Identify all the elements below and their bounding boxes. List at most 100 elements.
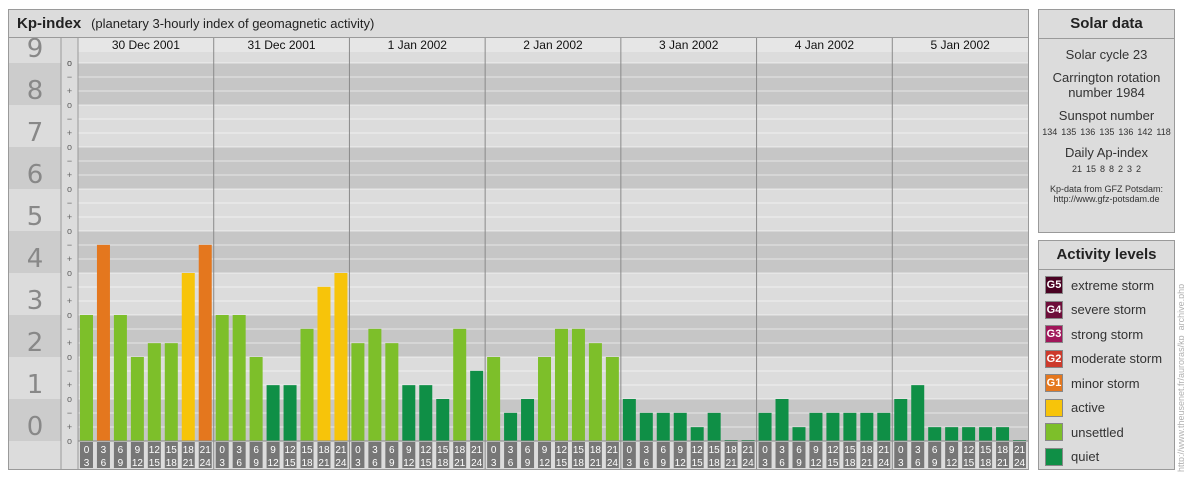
kp-bar bbox=[317, 286, 331, 441]
hour-end-label: 6 bbox=[372, 458, 378, 469]
hour-start-label: 3 bbox=[779, 445, 785, 456]
activity-level-item: G3 strong storm bbox=[1039, 322, 1174, 347]
y-subtick-label: + bbox=[67, 128, 72, 138]
hour-end-label: 9 bbox=[389, 458, 395, 469]
level-label: severe storm bbox=[1071, 302, 1147, 318]
ap-value: 8 bbox=[1108, 164, 1114, 174]
hour-start-label: 0 bbox=[491, 445, 497, 456]
hour-end-label: 24 bbox=[200, 458, 212, 469]
hour-start-label: 0 bbox=[219, 445, 225, 456]
carrington-line2: number 1984 bbox=[1068, 85, 1145, 100]
solar-data-title: Solar data bbox=[1039, 10, 1174, 39]
hour-start-label: 15 bbox=[166, 445, 178, 456]
y-subtick-label: o bbox=[67, 226, 72, 236]
kp-bar bbox=[554, 328, 568, 441]
y-subtick-label: − bbox=[67, 72, 72, 82]
ap-value: 21 bbox=[1071, 164, 1082, 174]
kp-bar bbox=[996, 427, 1010, 441]
sunspot-value: 118 bbox=[1156, 127, 1171, 137]
hour-end-label: 21 bbox=[726, 458, 738, 469]
hour-start-label: 15 bbox=[709, 445, 721, 456]
kp-bar bbox=[113, 315, 127, 441]
kp-bar bbox=[945, 427, 959, 441]
ap-value: 3 bbox=[1127, 164, 1133, 174]
hour-start-label: 6 bbox=[796, 445, 802, 456]
kp-bar bbox=[588, 343, 602, 441]
level-swatch: G5 bbox=[1045, 276, 1063, 295]
y-subtick-label: + bbox=[67, 254, 72, 264]
kp-bar bbox=[334, 273, 348, 441]
level-swatch: G4 bbox=[1045, 300, 1063, 319]
hour-end-label: 3 bbox=[219, 458, 225, 469]
hour-start-label: 12 bbox=[420, 445, 432, 456]
hour-start-label: 3 bbox=[644, 445, 650, 456]
hour-start-label: 21 bbox=[1014, 445, 1026, 456]
sunspot-value: 136 bbox=[1118, 127, 1134, 137]
level-swatch: G3 bbox=[1045, 325, 1063, 344]
level-label: active bbox=[1071, 400, 1105, 416]
hour-end-label: 9 bbox=[660, 458, 666, 469]
hour-start-label: 18 bbox=[454, 445, 466, 456]
kp-bar bbox=[198, 244, 212, 441]
kp-bar bbox=[639, 412, 653, 441]
carrington-rotation: Carrington rotation number 1984 bbox=[1039, 70, 1174, 100]
kp-bar bbox=[164, 343, 178, 441]
day-label: 5 Jan 2002 bbox=[930, 38, 990, 52]
kp-bar bbox=[385, 343, 399, 441]
hour-end-label: 18 bbox=[709, 458, 721, 469]
credit-line2: http://www.gfz-potsdam.de bbox=[1053, 194, 1160, 204]
hour-start-label: 18 bbox=[590, 445, 602, 456]
hour-end-label: 21 bbox=[318, 458, 330, 469]
kp-bar bbox=[928, 427, 942, 441]
y-subtick-label: − bbox=[67, 198, 72, 208]
y-subtick-label: + bbox=[67, 212, 72, 222]
activity-level-item: G2 moderate storm bbox=[1039, 347, 1174, 372]
hour-start-label: 0 bbox=[627, 445, 633, 456]
hour-start-label: 3 bbox=[508, 445, 514, 456]
kp-bar bbox=[368, 328, 382, 441]
kp-bar bbox=[453, 328, 467, 441]
level-swatch: G2 bbox=[1045, 349, 1063, 368]
hour-start-label: 15 bbox=[844, 445, 856, 456]
level-swatch bbox=[1045, 447, 1063, 466]
y-tick-label: 9 bbox=[27, 38, 44, 64]
sunspot-label: Sunspot number bbox=[1058, 108, 1155, 123]
sunspot-values: 134 135 136 135 136 142 118 bbox=[1039, 127, 1174, 137]
hour-start-label: 6 bbox=[660, 445, 666, 456]
y-subtick-label: − bbox=[67, 114, 72, 124]
hour-start-label: 21 bbox=[878, 445, 890, 456]
hour-start-label: 6 bbox=[118, 445, 124, 456]
kp-bar bbox=[402, 385, 416, 441]
kp-bar-chart: 0123456789o+−o+−o+−o+−o+−o+−o+−o+−o+−oo3… bbox=[9, 38, 1028, 469]
hour-start-label: 21 bbox=[200, 445, 212, 456]
ap-values: 21 15 8 8 2 3 2 bbox=[1039, 164, 1174, 174]
hour-end-label: 3 bbox=[355, 458, 361, 469]
hour-start-label: 9 bbox=[135, 445, 141, 456]
y-subtick-label: + bbox=[67, 170, 72, 180]
kp-bar bbox=[79, 315, 93, 441]
hour-end-label: 12 bbox=[403, 458, 415, 469]
hour-end-label: 18 bbox=[437, 458, 449, 469]
day-label: 4 Jan 2002 bbox=[795, 38, 855, 52]
sunspot-value: 134 bbox=[1042, 127, 1058, 137]
level-label: unsettled bbox=[1071, 424, 1124, 440]
hour-end-label: 3 bbox=[627, 458, 633, 469]
hour-start-label: 12 bbox=[149, 445, 161, 456]
chart-subtitle: (planetary 3-hourly index of geomagnetic… bbox=[91, 16, 375, 31]
y-tick-label: 5 bbox=[27, 202, 44, 232]
hour-start-label: 6 bbox=[932, 445, 938, 456]
hour-start-label: 9 bbox=[677, 445, 683, 456]
y-subtick-label: + bbox=[67, 86, 72, 96]
y-subtick-label: + bbox=[67, 338, 72, 348]
kp-bar bbox=[351, 343, 365, 441]
kp-bar bbox=[809, 412, 823, 441]
hour-end-label: 12 bbox=[675, 458, 687, 469]
hour-start-label: 9 bbox=[949, 445, 955, 456]
y-subtick-label: o bbox=[67, 436, 72, 446]
y-tick-label: 0 bbox=[27, 412, 44, 442]
day-label: 3 Jan 2002 bbox=[659, 38, 719, 52]
carrington-line1: Carrington rotation bbox=[1052, 70, 1161, 85]
kp-band bbox=[78, 147, 1028, 189]
kp-band bbox=[78, 63, 1028, 105]
ap-value: 2 bbox=[1136, 164, 1142, 174]
